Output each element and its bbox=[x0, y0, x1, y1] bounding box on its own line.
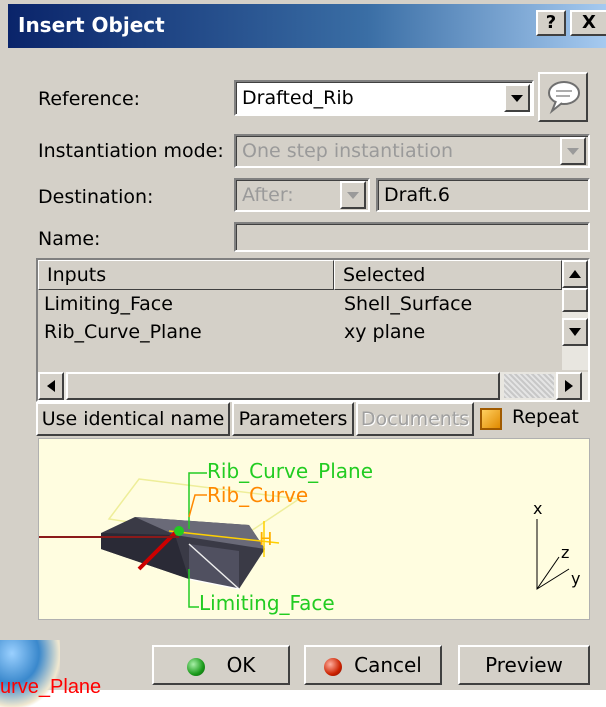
rib-curve-plane-label: Rib_Curve_Plane bbox=[207, 459, 374, 483]
scroll-down-button[interactable] bbox=[562, 318, 588, 346]
destination-position-value: After: bbox=[242, 184, 294, 206]
scroll-thumb[interactable] bbox=[562, 288, 588, 312]
close-button[interactable]: X bbox=[570, 10, 606, 36]
preview-button[interactable]: Preview bbox=[458, 645, 590, 685]
horizontal-scroll-thumb[interactable] bbox=[66, 372, 500, 400]
horizontal-scrollbar[interactable] bbox=[38, 372, 588, 400]
instantiation-mode-dropdown[interactable]: One step instantiation bbox=[234, 134, 590, 168]
row-input-name: Rib_Curve_Plane bbox=[44, 321, 202, 343]
name-field[interactable] bbox=[234, 222, 590, 252]
background-caption: urve_Plane bbox=[0, 676, 102, 698]
column-header-inputs[interactable]: Inputs bbox=[38, 260, 334, 290]
cancel-button[interactable]: Cancel bbox=[304, 645, 442, 685]
ok-green-ball-icon bbox=[186, 657, 205, 676]
chevron-down-icon bbox=[511, 94, 523, 102]
help-button[interactable]: ? bbox=[536, 10, 566, 36]
arrow-right-icon bbox=[565, 380, 573, 392]
destination-value: Draft.6 bbox=[384, 184, 451, 206]
table-row[interactable]: Rib_Curve_Plane xy plane bbox=[38, 318, 562, 346]
column-header-selected[interactable]: Selected bbox=[334, 260, 562, 290]
use-identical-name-button[interactable]: Use identical name bbox=[36, 402, 230, 436]
scroll-track bbox=[504, 374, 554, 398]
destination-label: Destination: bbox=[38, 186, 154, 208]
rib-curve-label: Rib_Curve bbox=[207, 483, 309, 507]
catalog-browser-button[interactable] bbox=[538, 72, 588, 122]
limiting-face-label: Limiting_Face bbox=[199, 591, 335, 615]
parameters-button[interactable]: Parameters bbox=[232, 402, 354, 436]
vertical-scrollbar[interactable] bbox=[562, 260, 588, 370]
repeat-checkbox[interactable] bbox=[480, 408, 502, 430]
row-input-name: Limiting_Face bbox=[44, 293, 173, 315]
cancel-red-ball-icon bbox=[324, 657, 343, 676]
row-selected-value: Shell_Surface bbox=[344, 293, 473, 315]
ok-button[interactable]: OK bbox=[152, 645, 290, 685]
destination-field[interactable]: Draft.6 bbox=[376, 178, 590, 212]
documents-button[interactable]: Documents bbox=[356, 402, 474, 436]
inputs-table: Inputs Selected Limiting_Face Shell_Surf… bbox=[36, 258, 590, 402]
destination-dropdown-arrow[interactable] bbox=[340, 181, 366, 209]
scroll-right-button[interactable] bbox=[556, 372, 582, 400]
instantiation-dropdown-arrow[interactable] bbox=[560, 137, 586, 165]
reference-dropdown[interactable]: Drafted_Rib bbox=[234, 80, 534, 116]
repeat-label: Repeat bbox=[512, 406, 579, 428]
instantiation-mode-value: One step instantiation bbox=[242, 140, 453, 162]
chevron-down-icon bbox=[347, 191, 359, 199]
reference-label: Reference: bbox=[38, 88, 141, 110]
insert-object-dialog: Insert Object ? X Reference: Drafted_Rib… bbox=[0, 0, 606, 690]
arrow-down-icon bbox=[569, 328, 581, 336]
dialog-title: Insert Object bbox=[18, 13, 165, 37]
name-label: Name: bbox=[38, 228, 101, 250]
preview-area: Rib_Curve_Plane Rib_Curve H Limiting_Fac… bbox=[38, 438, 590, 620]
scroll-left-button[interactable] bbox=[38, 372, 64, 400]
chevron-down-icon bbox=[567, 147, 579, 155]
speech-bubble-icon bbox=[548, 81, 580, 115]
h-label: H bbox=[259, 529, 273, 550]
row-selected-value: xy plane bbox=[344, 321, 426, 343]
arrow-left-icon bbox=[47, 380, 55, 392]
reference-dropdown-arrow[interactable] bbox=[504, 84, 530, 112]
ok-label: OK bbox=[226, 653, 256, 677]
arrow-up-icon bbox=[569, 270, 581, 278]
table-row[interactable]: Limiting_Face Shell_Surface bbox=[38, 290, 562, 318]
axis-triad-icon bbox=[529, 503, 577, 593]
cancel-label: Cancel bbox=[354, 653, 422, 677]
scroll-up-button[interactable] bbox=[562, 260, 588, 288]
reference-value: Drafted_Rib bbox=[242, 87, 354, 109]
instantiation-mode-label: Instantiation mode: bbox=[38, 140, 224, 162]
